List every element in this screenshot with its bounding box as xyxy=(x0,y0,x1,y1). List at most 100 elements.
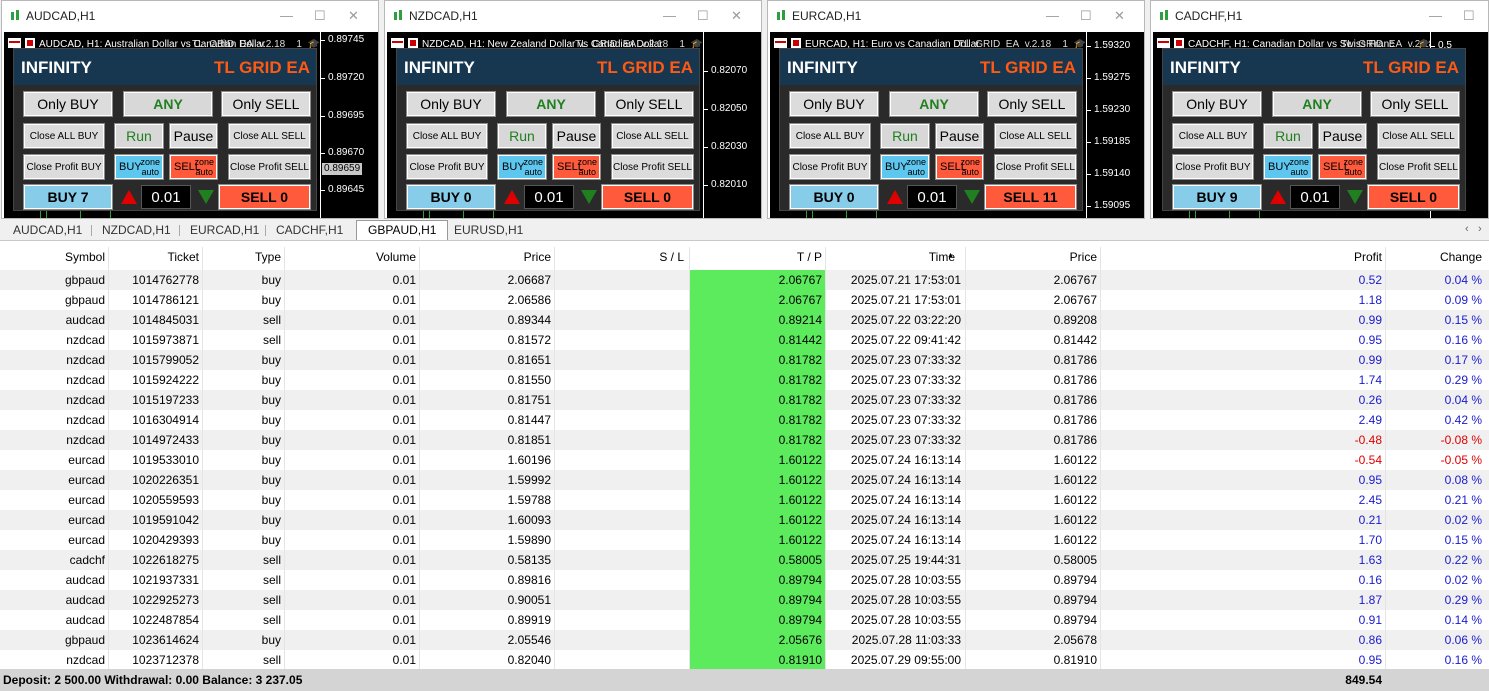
minimize-icon[interactable]: — xyxy=(663,9,676,22)
any-button[interactable]: ANY xyxy=(506,91,596,117)
table-row[interactable]: audcad 1022487854 sell 0.01 0.89919 0.89794 20… xyxy=(0,610,1489,630)
table-row[interactable]: eurcad 1019591042 buy 0.01 1.60093 1.60122 202… xyxy=(0,510,1489,530)
buy-button[interactable]: BUY 7 xyxy=(23,184,113,210)
only-sell-button[interactable]: Only SELL xyxy=(1370,91,1460,117)
run-button[interactable]: Run xyxy=(114,123,164,149)
maximize-icon[interactable]: ☐ xyxy=(1463,9,1475,22)
table-row[interactable]: nzdcad 1014972433 buy 0.01 0.81851 0.81782 202… xyxy=(0,430,1489,450)
only-buy-button[interactable]: Only BUY xyxy=(1172,91,1262,117)
column-header[interactable]: Price xyxy=(420,247,554,267)
tab-nzdcad[interactable]: NZDCAD,H1 xyxy=(98,222,175,239)
table-row[interactable]: nzdcad 1015799052 buy 0.01 0.81651 0.81782 202… xyxy=(0,350,1489,370)
only-buy-button[interactable]: Only BUY xyxy=(406,91,496,117)
tab-eurcad[interactable]: EURCAD,H1 xyxy=(186,222,263,239)
chart-window-eurcad[interactable]: EURCAD,H1— ☐ ✕ EURCAD, H1: Euro vs Canadian… xyxy=(767,0,1145,219)
only-sell-button[interactable]: Only SELL xyxy=(987,91,1077,117)
lot-decrease-icon[interactable] xyxy=(1347,190,1363,204)
close-profit-sell-button[interactable]: Close Profit SELL xyxy=(994,154,1077,180)
any-button[interactable]: ANY xyxy=(889,91,979,117)
close-profit-sell-button[interactable]: Close Profit SELL xyxy=(228,154,311,180)
lot-size-input[interactable]: 0.01 xyxy=(524,185,574,209)
table-row[interactable]: gbpaud 1023614624 buy 0.01 2.05546 2.05676 202… xyxy=(0,630,1489,650)
buy-button[interactable]: BUY 0 xyxy=(406,184,496,210)
table-row[interactable]: cadchf 1022618275 sell 0.01 0.58135 0.58005 20… xyxy=(0,550,1489,570)
tab-audcad[interactable]: AUDCAD,H1 xyxy=(9,222,86,239)
tab-eurusd[interactable]: EURUSD,H1 xyxy=(450,222,527,239)
run-button[interactable]: Run xyxy=(880,123,930,149)
column-header[interactable]: Profit xyxy=(1101,247,1385,267)
buy-button[interactable]: BUY 0 xyxy=(789,184,879,210)
buy-zone-auto-button[interactable]: BUY zone auto xyxy=(880,154,930,180)
sell-button[interactable]: SELL 11 xyxy=(984,184,1077,210)
close-profit-sell-button[interactable]: Close Profit SELL xyxy=(611,154,694,180)
sell-button[interactable]: SELL 0 xyxy=(1367,184,1460,210)
close-profit-sell-button[interactable]: Close Profit SELL xyxy=(1377,154,1460,180)
minimize-icon[interactable]: — xyxy=(1429,9,1442,22)
any-button[interactable]: ANY xyxy=(1272,91,1362,117)
column-header[interactable]: Change xyxy=(1386,247,1485,267)
sell-button[interactable]: SELL 0 xyxy=(218,184,311,210)
close-profit-buy-button[interactable]: Close Profit BUY xyxy=(406,154,488,180)
close-all-sell-button[interactable]: Close ALL SELL xyxy=(994,123,1077,149)
chart-window-cadchf[interactable]: CADCHF,H1— ☐ CADCHF, H1: Canadian Dollar v… xyxy=(1150,0,1489,219)
sell-zone-auto-button[interactable]: SELL zone auto xyxy=(169,154,218,180)
close-icon[interactable]: ✕ xyxy=(348,9,359,22)
table-row[interactable]: eurcad 1020559593 buy 0.01 1.59788 1.60122 202… xyxy=(0,490,1489,510)
table-row[interactable]: audcad 1022925273 sell 0.01 0.90051 0.89794 20… xyxy=(0,590,1489,610)
lot-increase-icon[interactable] xyxy=(1270,190,1286,204)
sell-zone-auto-button[interactable]: SELL zone auto xyxy=(1318,154,1367,180)
window-titlebar[interactable]: CADCHF,H1 — ☐ xyxy=(1151,1,1488,31)
table-row[interactable]: nzdcad 1023712378 sell 0.01 0.82040 0.81910 20… xyxy=(0,650,1489,670)
column-header[interactable]: Price xyxy=(966,247,1100,267)
table-row[interactable]: eurcad 1020429393 buy 0.01 1.59890 1.60122 202… xyxy=(0,530,1489,550)
only-sell-button[interactable]: Only SELL xyxy=(221,91,311,117)
lot-size-input[interactable]: 0.01 xyxy=(907,185,957,209)
table-row[interactable]: nzdcad 1016304914 buy 0.01 0.81447 0.81782 202… xyxy=(0,410,1489,430)
column-header[interactable]: Ticket xyxy=(109,247,202,267)
sell-zone-auto-button[interactable]: SELL zone auto xyxy=(552,154,601,180)
buy-zone-auto-button[interactable]: BUY zone auto xyxy=(114,154,164,180)
close-icon[interactable]: ✕ xyxy=(731,9,742,22)
table-row[interactable]: nzdcad 1015197233 buy 0.01 0.81751 0.81782 202… xyxy=(0,390,1489,410)
close-all-buy-button[interactable]: Close ALL BUY xyxy=(1172,123,1254,149)
close-all-buy-button[interactable]: Close ALL BUY xyxy=(406,123,488,149)
close-profit-buy-button[interactable]: Close Profit BUY xyxy=(789,154,871,180)
minimize-icon[interactable]: — xyxy=(1046,9,1059,22)
maximize-icon[interactable]: ☐ xyxy=(697,9,709,22)
maximize-icon[interactable]: ☐ xyxy=(314,9,326,22)
table-row[interactable]: eurcad 1020226351 buy 0.01 1.59992 1.60122 202… xyxy=(0,470,1489,490)
pause-button[interactable]: Pause xyxy=(935,123,984,149)
table-row[interactable]: gbpaud 1014786121 buy 0.01 2.06586 2.06767 202… xyxy=(0,290,1489,310)
column-header[interactable]: Time xyxy=(826,247,965,267)
tab-scroll-left-icon[interactable]: ‹ xyxy=(1465,223,1469,235)
window-titlebar[interactable]: AUDCAD,H1 — ☐ ✕ xyxy=(2,1,378,31)
close-profit-buy-button[interactable]: Close Profit BUY xyxy=(1172,154,1254,180)
table-row[interactable]: eurcad 1019533010 buy 0.01 1.60196 1.60122 202… xyxy=(0,450,1489,470)
pause-button[interactable]: Pause xyxy=(552,123,601,149)
any-button[interactable]: ANY xyxy=(123,91,213,117)
table-row[interactable]: nzdcad 1015924222 buy 0.01 0.81550 0.81782 202… xyxy=(0,370,1489,390)
column-header[interactable]: Type xyxy=(203,247,284,267)
close-all-sell-button[interactable]: Close ALL SELL xyxy=(1377,123,1460,149)
chart-window-nzdcad[interactable]: NZDCAD,H1— ☐ ✕ NZDCAD, H1: New Zealand Doll… xyxy=(384,0,762,219)
lot-size-input[interactable]: 0.01 xyxy=(1290,185,1340,209)
only-sell-button[interactable]: Only SELL xyxy=(604,91,694,117)
maximize-icon[interactable]: ☐ xyxy=(1080,9,1092,22)
lot-increase-icon[interactable] xyxy=(121,190,137,204)
close-all-sell-button[interactable]: Close ALL SELL xyxy=(611,123,694,149)
minimize-icon[interactable]: — xyxy=(280,9,293,22)
close-all-buy-button[interactable]: Close ALL BUY xyxy=(789,123,871,149)
only-buy-button[interactable]: Only BUY xyxy=(789,91,879,117)
lot-increase-icon[interactable] xyxy=(887,190,903,204)
lot-increase-icon[interactable] xyxy=(504,190,520,204)
sell-button[interactable]: SELL 0 xyxy=(601,184,694,210)
window-titlebar[interactable]: NZDCAD,H1 — ☐ ✕ xyxy=(385,1,761,31)
lot-size-input[interactable]: 0.01 xyxy=(141,185,191,209)
table-row[interactable]: audcad 1014845031 sell 0.01 0.89344 0.89214 20… xyxy=(0,310,1489,330)
column-header[interactable]: Symbol xyxy=(0,247,108,267)
buy-zone-auto-button[interactable]: BUY zone auto xyxy=(497,154,547,180)
tab-gbpaud[interactable]: GBPAUD,H1 xyxy=(356,220,449,240)
close-icon[interactable]: ✕ xyxy=(1114,9,1125,22)
run-button[interactable]: Run xyxy=(1263,123,1313,149)
buy-button[interactable]: BUY 9 xyxy=(1172,184,1262,210)
